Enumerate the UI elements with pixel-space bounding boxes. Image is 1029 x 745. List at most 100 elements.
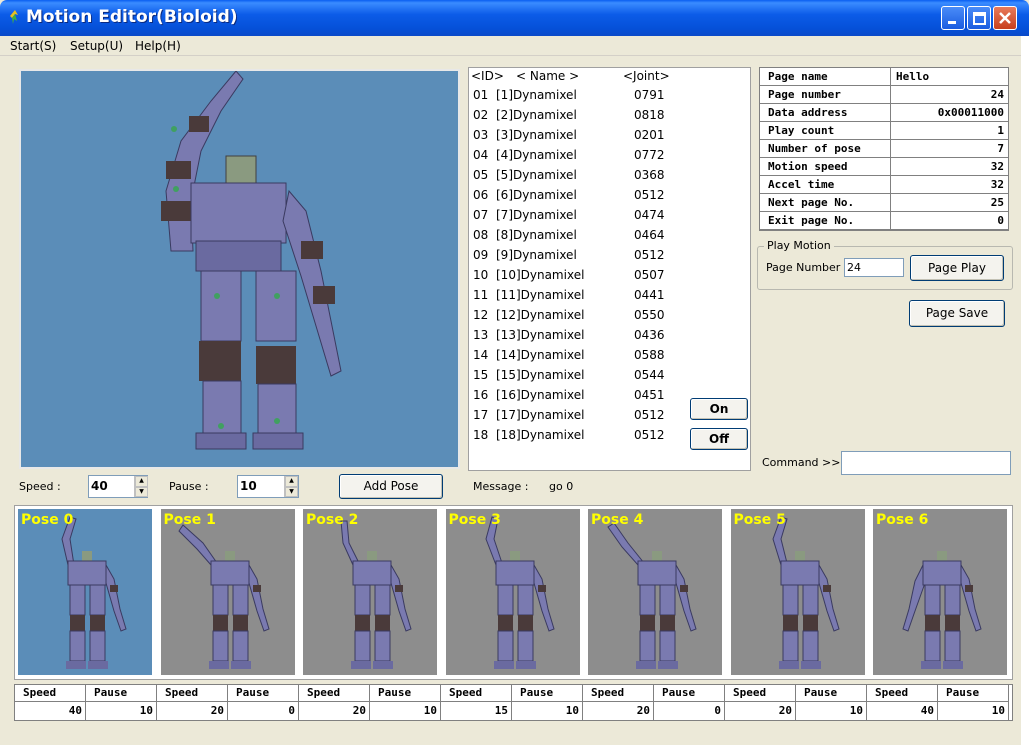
pose-thumbnail[interactable]: Pose 0: [18, 509, 152, 675]
pose-pause-cell[interactable]: Pause 10: [796, 685, 867, 720]
joint-row[interactable]: 01 [1]Dynamixel 0791: [469, 88, 689, 108]
property-value[interactable]: 0: [892, 212, 1008, 230]
joint-row[interactable]: 14 [14]Dynamixel 0588: [469, 348, 689, 368]
pose-pause-value[interactable]: 0: [654, 702, 724, 719]
property-value[interactable]: 32: [892, 176, 1008, 194]
joint-row[interactable]: 18 [18]Dynamixel 0512: [469, 428, 689, 448]
maximize-button[interactable]: [967, 6, 991, 30]
pose-speed-cell[interactable]: Speed 40: [15, 685, 86, 720]
page-number-input[interactable]: 24: [844, 258, 904, 277]
speed-spinner[interactable]: ▲ ▼: [134, 476, 148, 497]
pose-speed-cell[interactable]: Speed 20: [725, 685, 796, 720]
menu-start[interactable]: Start(S): [10, 39, 56, 53]
joint-row[interactable]: 02 [2]Dynamixel 0818: [469, 108, 689, 128]
pose-pause-value[interactable]: 10: [370, 702, 440, 719]
property-row[interactable]: Page name Hello: [760, 68, 1008, 86]
joint-list[interactable]: <ID> < Name > <Joint> 01 [1]Dynamixel 0791…: [468, 67, 751, 471]
joint-row[interactable]: 07 [7]Dynamixel 0474: [469, 208, 689, 228]
joint-row[interactable]: 09 [9]Dynamixel 0512: [469, 248, 689, 268]
joint-row[interactable]: 10 [10]Dynamixel 0507: [469, 268, 689, 288]
joint-row[interactable]: 13 [13]Dynamixel 0436: [469, 328, 689, 348]
pose-pause-cell[interactable]: Pause 0: [228, 685, 299, 720]
pose-thumbnail[interactable]: Pose 2: [303, 509, 437, 675]
pause-spinner[interactable]: ▲ ▼: [284, 476, 298, 497]
property-row[interactable]: Exit page No. 0: [760, 212, 1008, 230]
joint-row[interactable]: 16 [16]Dynamixel 0451: [469, 388, 689, 408]
pose-thumbnail[interactable]: Pose 3: [445, 509, 580, 675]
pose-timing-table[interactable]: Speed 40 Pause 10 Speed 20 Pause 0 Speed 20 Pause 1…: [14, 684, 1013, 721]
pose-pause-cell[interactable]: Pause 10: [512, 685, 583, 720]
torque-off-button[interactable]: Off: [690, 428, 748, 450]
torque-on-button[interactable]: On: [690, 398, 748, 420]
property-row[interactable]: Play count 1: [760, 122, 1008, 140]
pose-pause-cell[interactable]: Pause 10: [86, 685, 157, 720]
property-value[interactable]: 7: [892, 140, 1008, 158]
joint-row[interactable]: 11 [11]Dynamixel 0441: [469, 288, 689, 308]
joint-row[interactable]: 08 [8]Dynamixel 0464: [469, 228, 689, 248]
pose-speed-value[interactable]: 20: [583, 702, 653, 719]
menu-setup[interactable]: Setup(U): [70, 39, 123, 53]
spin-up-icon[interactable]: ▲: [285, 476, 298, 487]
spin-down-icon[interactable]: ▼: [285, 486, 298, 497]
pose-speed-value[interactable]: 20: [157, 702, 227, 719]
pose-pause-value[interactable]: 0: [228, 702, 298, 719]
joint-id: 11: [473, 288, 489, 302]
pose-robot-figure: [340, 520, 412, 669]
pose-thumbnail[interactable]: Pose 6: [873, 509, 1007, 675]
joint-row[interactable]: 05 [5]Dynamixel 0368: [469, 168, 689, 188]
add-pose-button[interactable]: Add Pose: [339, 474, 443, 499]
joint-row[interactable]: 04 [4]Dynamixel 0772: [469, 148, 689, 168]
menu-help[interactable]: Help(H): [135, 39, 181, 53]
property-row[interactable]: Motion speed 32: [760, 158, 1008, 176]
pose-speed-cell[interactable]: Speed 20: [299, 685, 370, 720]
pose-speed-value[interactable]: 15: [441, 702, 511, 719]
pose-speed-value[interactable]: 20: [299, 702, 369, 719]
pose-speed-header: Speed: [583, 685, 653, 702]
pose-pause-value[interactable]: 10: [796, 702, 866, 719]
property-row[interactable]: Next page No. 25: [760, 194, 1008, 212]
pose-pause-value[interactable]: 10: [938, 702, 1008, 719]
property-row[interactable]: Data address 0x00011000: [760, 104, 1008, 122]
property-label: Exit page No.: [760, 212, 891, 230]
property-value[interactable]: 25: [892, 194, 1008, 212]
property-value[interactable]: 1: [892, 122, 1008, 140]
pose-pause-cell[interactable]: Pause 10: [938, 685, 1009, 720]
pose-thumbnail[interactable]: Pose 1: [160, 509, 295, 675]
property-value[interactable]: 0x00011000: [892, 104, 1008, 122]
close-button[interactable]: [993, 6, 1017, 30]
joint-row[interactable]: 17 [17]Dynamixel 0512: [469, 408, 689, 428]
joint-row[interactable]: 15 [15]Dynamixel 0544: [469, 368, 689, 388]
joint-row[interactable]: 12 [12]Dynamixel 0550: [469, 308, 689, 328]
pose-pause-value[interactable]: 10: [512, 702, 582, 719]
pose-thumbnail[interactable]: Pose 5: [730, 509, 865, 675]
property-row[interactable]: Number of pose 7: [760, 140, 1008, 158]
property-value[interactable]: 24: [892, 86, 1008, 104]
pose-thumbnail[interactable]: Pose 4: [588, 509, 722, 675]
spin-up-icon[interactable]: ▲: [135, 476, 148, 487]
page-play-button[interactable]: Page Play: [910, 255, 1004, 281]
app-icon: [10, 10, 18, 24]
spin-down-icon[interactable]: ▼: [135, 486, 148, 497]
pose-speed-cell[interactable]: Speed 15: [441, 685, 512, 720]
pose-pause-value[interactable]: 10: [86, 702, 156, 719]
robot-3d-viewport[interactable]: [19, 69, 460, 469]
pose-speed-cell[interactable]: Speed 20: [157, 685, 228, 720]
page-properties-grid[interactable]: Page name Hello Page number 24 Data address 0…: [759, 67, 1009, 231]
property-value[interactable]: Hello: [892, 68, 1008, 86]
minimize-button[interactable]: [941, 6, 965, 30]
pose-speed-value[interactable]: 40: [867, 702, 937, 719]
pose-speed-value[interactable]: 20: [725, 702, 795, 719]
pose-pause-cell[interactable]: Pause 10: [370, 685, 441, 720]
pose-speed-cell[interactable]: Speed 20: [583, 685, 654, 720]
joint-row[interactable]: 03 [3]Dynamixel 0201: [469, 128, 689, 148]
pose-speed-cell[interactable]: Speed 40: [867, 685, 938, 720]
property-value[interactable]: 32: [892, 158, 1008, 176]
command-input[interactable]: [841, 451, 1011, 475]
pose-pause-cell[interactable]: Pause 0: [654, 685, 725, 720]
joint-row[interactable]: 06 [6]Dynamixel 0512: [469, 188, 689, 208]
property-row[interactable]: Page number 24: [760, 86, 1008, 104]
property-row[interactable]: Accel time 32: [760, 176, 1008, 194]
pose-speed-value[interactable]: 40: [15, 702, 85, 719]
title-bar[interactable]: Motion Editor(Bioloid): [0, 0, 1029, 36]
page-save-button[interactable]: Page Save: [909, 300, 1005, 327]
